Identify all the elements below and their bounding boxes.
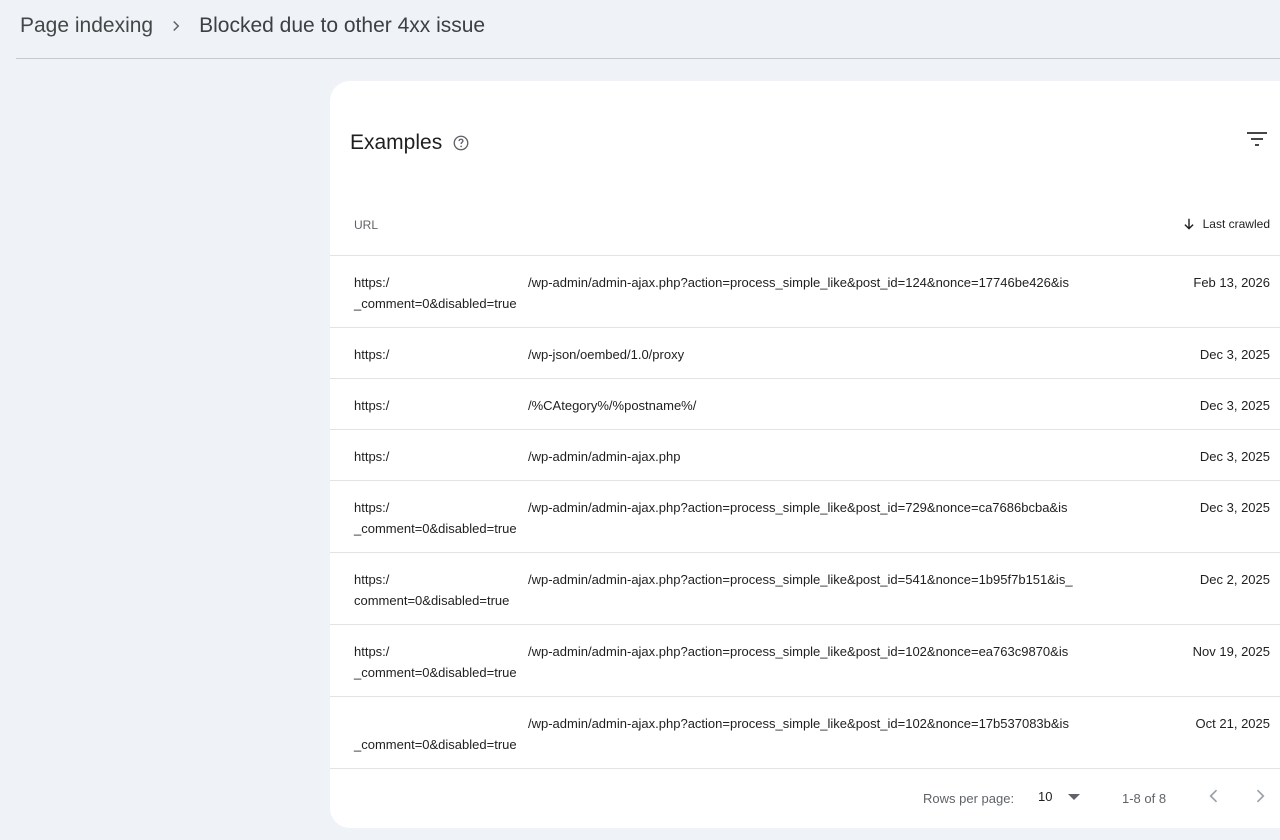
last-crawled-cell: Dec 3, 2025 (1199, 347, 1270, 362)
help-circle-icon[interactable] (452, 134, 470, 152)
page-header: Page indexing Blocked due to other 4xx i… (16, 0, 1280, 59)
url-prefix (354, 713, 528, 734)
last-crawled-cell: Feb 13, 2026 (1193, 275, 1270, 290)
url-text: /wp-admin/admin-ajax.php?action=process_… (528, 500, 1068, 515)
url-prefix: https:/ (354, 398, 390, 413)
examples-title: Examples (350, 131, 443, 154)
url-text: /wp-admin/admin-ajax.php?action=process_… (528, 716, 1069, 731)
url-text: /wp-admin/admin-ajax.php?action=process_… (528, 572, 1073, 587)
last-crawled-cell: Dec 3, 2025 (1199, 500, 1270, 515)
breadcrumb-parent-link[interactable]: Page indexing (20, 14, 153, 38)
table-row[interactable]: https:/ /wp-admin/admin-ajax.php?action=p… (330, 625, 1280, 697)
url-text: /wp-json/oembed/1.0/proxy (528, 347, 685, 362)
url-cell: https:/ /wp-admin/admin-ajax.php?action=p… (354, 569, 1114, 611)
url-text-continued: _comment=0&disabled=true (354, 665, 517, 680)
url-text: /%CAtegory%/%postname%/ (528, 398, 697, 413)
last-crawled-cell: Dec 3, 2025 (1199, 398, 1270, 413)
column-header-last-crawled[interactable]: Last crawled (1182, 217, 1270, 231)
url-prefix: https:/ (354, 500, 390, 515)
url-cell: https:/ /wp-admin/admin-ajax.php?action=p… (354, 272, 1114, 314)
url-cell: https:/ /wp-admin/admin-ajax.php?action=p… (354, 641, 1114, 683)
examples-header: Examples (350, 129, 470, 157)
column-header-url: URL (354, 218, 379, 232)
table-header: URL Last crawled (330, 194, 1280, 256)
table-row[interactable]: https:/ /%CAtegory%/%postname%/ Dec 3, 20… (330, 379, 1280, 430)
url-prefix: https:/ (354, 572, 390, 587)
url-prefix: https:/ (354, 449, 390, 464)
url-text: /wp-admin/admin-ajax.php (528, 449, 681, 464)
last-crawled-cell: Dec 2, 2025 (1199, 572, 1270, 587)
url-text-continued: comment=0&disabled=true (354, 593, 510, 608)
examples-table: URL Last crawled https:/ /wp-admin/admin-… (330, 194, 1280, 769)
breadcrumb: Page indexing Blocked due to other 4xx i… (20, 11, 485, 41)
table-row[interactable]: https:/ /wp-admin/admin-ajax.php?action=p… (330, 553, 1280, 625)
url-cell: https:/ /%CAtegory%/%postname%/ (354, 395, 1114, 416)
table-row[interactable]: https:/ /wp-json/oembed/1.0/proxy Dec 3, … (330, 328, 1280, 379)
last-crawled-cell: Dec 3, 2025 (1199, 449, 1270, 464)
column-header-last-crawled-label: Last crawled (1202, 217, 1270, 231)
caret-down-icon (1068, 793, 1081, 800)
last-crawled-cell: Oct 21, 2025 (1195, 716, 1270, 731)
table-row[interactable]: https:/ /wp-admin/admin-ajax.php Dec 3, 2… (330, 430, 1280, 481)
chevron-left-icon[interactable] (1204, 786, 1224, 806)
arrow-down-icon (1184, 218, 1194, 230)
url-text-continued: _comment=0&disabled=true (354, 737, 517, 752)
chevron-right-icon (173, 20, 180, 32)
rows-per-page-value: 10 (1038, 789, 1053, 804)
url-prefix: https:/ (354, 644, 390, 659)
pagination: Rows per page: 10 1-8 of 8 (330, 769, 1280, 827)
last-crawled-cell: Nov 19, 2025 (1192, 644, 1270, 659)
page-title: Blocked due to other 4xx issue (199, 14, 486, 37)
rows-per-page-label: Rows per page: (923, 791, 1015, 806)
table-row[interactable]: /wp-admin/admin-ajax.php?action=process_… (330, 697, 1280, 769)
url-text-continued: _comment=0&disabled=true (354, 521, 517, 536)
url-text-continued: _comment=0&disabled=true (354, 296, 517, 311)
url-prefix: https:/ (354, 347, 390, 362)
chevron-right-icon[interactable] (1250, 786, 1270, 806)
table-row[interactable]: https:/ /wp-admin/admin-ajax.php?action=p… (330, 481, 1280, 553)
table-row[interactable]: https:/ /wp-admin/admin-ajax.php?action=p… (330, 256, 1280, 328)
url-text: /wp-admin/admin-ajax.php?action=process_… (528, 644, 1069, 659)
pagination-range: 1-8 of 8 (1122, 791, 1167, 806)
filter-icon[interactable] (1245, 128, 1269, 150)
url-cell: https:/ /wp-admin/admin-ajax.php (354, 446, 1114, 467)
url-text: /wp-admin/admin-ajax.php?action=process_… (528, 275, 1069, 290)
url-cell: https:/ /wp-admin/admin-ajax.php?action=p… (354, 497, 1114, 539)
url-prefix: https:/ (354, 275, 390, 290)
url-cell: https:/ /wp-json/oembed/1.0/proxy (354, 344, 1114, 365)
rows-per-page-select[interactable]: 10 (1038, 789, 1081, 804)
url-cell: /wp-admin/admin-ajax.php?action=process_… (354, 713, 1114, 755)
